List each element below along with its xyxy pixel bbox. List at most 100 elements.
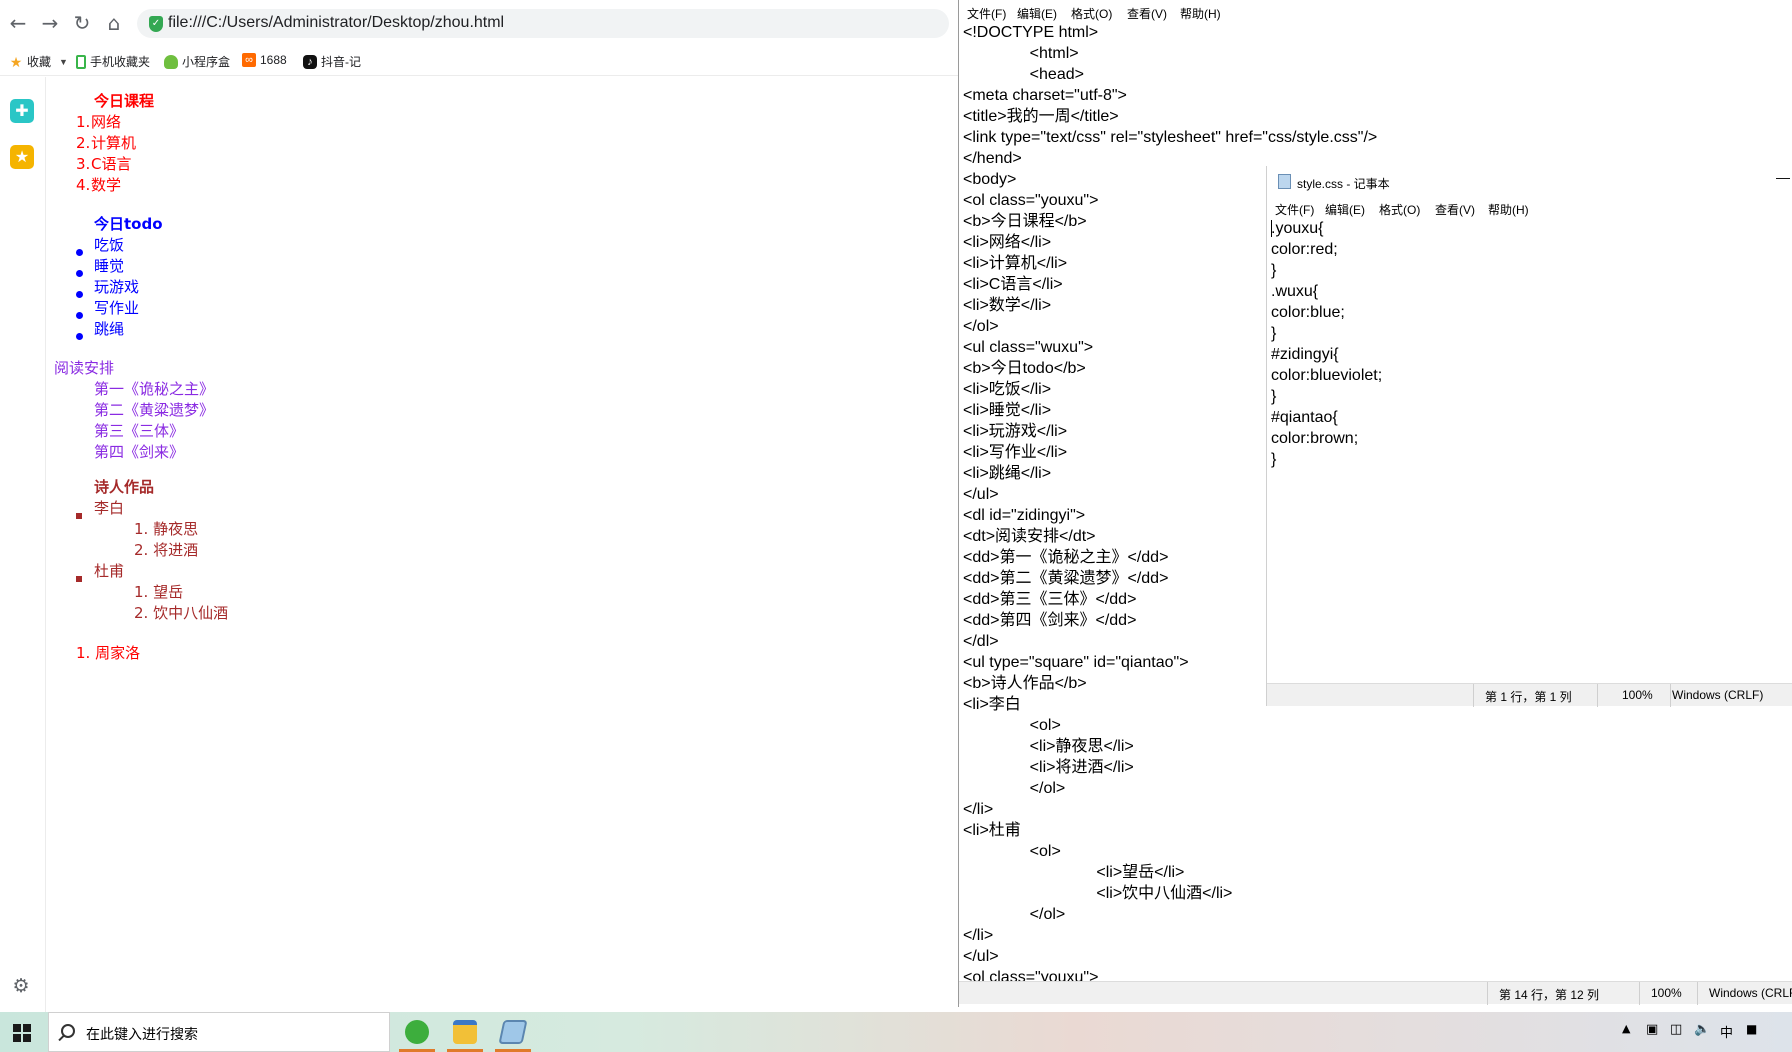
list-item: 数学 — [91, 176, 122, 194]
list-item: 1. 静夜思 — [134, 520, 199, 538]
menu-help[interactable]: 帮助(H) — [1180, 5, 1221, 22]
code-line: <link type="text/css" rel="stylesheet" h… — [963, 129, 1378, 146]
list-item: 李白 — [94, 499, 125, 517]
notepad-menu-bar: 文件(F) 编辑(E) 格式(O) 查看(V) 帮助(H) — [959, 0, 1792, 22]
code-line: color:red; — [1271, 241, 1338, 258]
shield-check-icon: ✓ — [149, 16, 163, 32]
extension-icon[interactable]: ✚ — [10, 99, 34, 123]
search-placeholder: 在此键入进行搜索 — [86, 1027, 198, 1043]
bookmark-label: 抖音-记 — [321, 55, 361, 69]
code-line: <meta charset="utf-8"> — [963, 87, 1127, 104]
gear-icon[interactable]: ⚙ — [10, 975, 32, 997]
code-line: <li>静夜思</li> — [963, 738, 1134, 755]
list-item: 跳绳 — [94, 320, 125, 338]
code-line: color:blue; — [1271, 304, 1345, 321]
taskbar-explorer-app[interactable] — [443, 1012, 487, 1052]
code-line: color:brown; — [1271, 430, 1359, 447]
bookmark-label: 小程序盒 — [182, 55, 231, 69]
code-line: } — [1271, 262, 1277, 279]
network-icon[interactable]: ◫ — [1670, 1022, 1682, 1037]
ime-mode-icon[interactable]: ■ — [1746, 1022, 1757, 1036]
todo-bullets — [76, 242, 83, 347]
menu-view[interactable]: 查看(V) — [1127, 5, 1167, 22]
css-title-bar: style.css - 记事本 — — [1267, 166, 1792, 196]
poets-title: 诗人作品 — [94, 478, 155, 496]
notepad-css-window: style.css - 记事本 — 文件(F) 编辑(E) 格式(O) 查看(V… — [1266, 166, 1792, 707]
browser-app-icon — [405, 1020, 429, 1044]
code-line: } — [1271, 451, 1277, 468]
notepad-icon — [1278, 174, 1291, 189]
minimize-icon[interactable]: — — [1776, 169, 1790, 185]
back-arrow-icon[interactable]: ← — [5, 10, 31, 36]
notepad-app-icon — [498, 1020, 528, 1044]
address-bar-row: ← → ↻ ⌂ ✓ file:///C:/Users/Administrator… — [0, 0, 958, 46]
code-line: <ol class="youxu"> — [963, 969, 1099, 982]
tray-app-icon[interactable]: ▣ — [1646, 1022, 1658, 1037]
code-line: <head> — [963, 66, 1084, 83]
menu-edit[interactable]: 编辑(E) — [1325, 201, 1365, 218]
address-bar[interactable]: ✓ file:///C:/Users/Administrator/Desktop… — [137, 9, 949, 38]
1688-logo-icon: ∞ — [242, 53, 256, 67]
bookmark-label: 手机收藏夹 — [90, 55, 151, 69]
code-line: <ol> — [963, 843, 1061, 860]
cursor-position: 第 1 行，第 1 列 — [1485, 690, 1572, 704]
code-line: #qiantao{ — [1271, 409, 1338, 426]
list-item: 第三《三体》 — [94, 422, 185, 440]
list-item: 1. 望岳 — [134, 583, 184, 601]
taskbar-search-box[interactable]: 在此键入进行搜索 — [48, 1012, 390, 1052]
home-icon[interactable]: ⌂ — [101, 10, 127, 36]
bookmark-1688[interactable]: ∞ 1688 — [242, 53, 287, 67]
line-ending: Windows (CRLF) — [1672, 688, 1764, 702]
last-list: 1. 周家洛 — [76, 643, 140, 664]
star-icon: ★ — [9, 53, 23, 70]
list-item: 第一《诡秘之主》 — [94, 380, 215, 398]
menu-view[interactable]: 查看(V) — [1435, 201, 1475, 218]
rendered-page: 今日课程 网络 计算机 C语言 数学 1. 2. 3. 4. 今日todo 吃饭… — [46, 77, 958, 1012]
browser-window: ← → ↻ ⌂ ✓ file:///C:/Users/Administrator… — [0, 0, 958, 1012]
reload-icon[interactable]: ↻ — [69, 10, 95, 36]
code-line: </li> — [963, 801, 994, 818]
favorites-star-icon[interactable]: ★ — [10, 145, 34, 169]
menu-format[interactable]: 格式(O) — [1379, 201, 1420, 218]
list-item: 1. 周家洛 — [76, 644, 141, 662]
chevron-up-icon[interactable]: ▲ — [1622, 1022, 1630, 1035]
windows-start-icon[interactable] — [13, 1024, 31, 1042]
taskbar-notepad-app[interactable] — [491, 1012, 535, 1052]
bookmark-mobile[interactable]: 手机收藏夹 — [76, 53, 150, 70]
code-line: <title>我的一周</title> — [963, 108, 1119, 125]
poets-bullets — [76, 505, 82, 589]
zoom-level: 100% — [1622, 688, 1653, 702]
code-line: </ol> — [963, 780, 1066, 797]
ime-indicator[interactable]: 中 — [1720, 1022, 1733, 1041]
code-line: </ul> — [963, 948, 999, 965]
zoom-level: 100% — [1651, 986, 1682, 1000]
css-menu-bar: 文件(F) 编辑(E) 格式(O) 查看(V) 帮助(H) — [1267, 196, 1792, 218]
code-line: <li>饮中八仙酒</li> — [963, 885, 1233, 902]
taskbar-browser-app[interactable] — [395, 1012, 439, 1052]
course-list: 今日课程 网络 计算机 C语言 数学 — [91, 91, 154, 196]
url-text[interactable]: file:///C:/Users/Administrator/Desktop/z… — [168, 14, 504, 32]
css-status-bar: 第 1 行，第 1 列 100% Windows (CRLF) — [1267, 683, 1792, 707]
line-ending: Windows (CRLF) — [1709, 986, 1792, 1000]
code-line: } — [1271, 388, 1277, 405]
taskbar: 在此键入进行搜索 ▲ ▣ ◫ 🔈 中 ■ — [0, 1012, 1792, 1052]
forward-arrow-icon[interactable]: → — [37, 10, 63, 36]
menu-help[interactable]: 帮助(H) — [1488, 201, 1529, 218]
menu-file[interactable]: 文件(F) — [967, 5, 1006, 22]
list-item: 网络 — [91, 113, 122, 131]
list-item: 杜甫 — [94, 562, 125, 580]
dropdown-arrow-icon[interactable]: ▼ — [59, 57, 68, 67]
bookmark-miniprogram[interactable]: 小程序盒 — [164, 53, 230, 70]
course-markers: 1. 2. 3. 4. — [76, 113, 91, 194]
code-line: <html> — [963, 45, 1079, 62]
bookmark-douyin[interactable]: ♪ 抖音-记 — [303, 53, 361, 70]
menu-edit[interactable]: 编辑(E) — [1017, 5, 1057, 22]
search-icon — [61, 1024, 75, 1038]
menu-file[interactable]: 文件(F) — [1275, 201, 1314, 218]
code-line: .youxu{ — [1271, 220, 1324, 237]
bookmark-favorites[interactable]: ★ 收藏 ▼ — [9, 53, 68, 70]
menu-format[interactable]: 格式(O) — [1071, 5, 1112, 22]
volume-icon[interactable]: 🔈 — [1694, 1022, 1710, 1037]
css-source-editor[interactable]: .youxu{color:red;} .wuxu{color:blue;} #zid… — [1271, 218, 1781, 673]
list-item: 2. 将进酒 — [134, 541, 199, 559]
